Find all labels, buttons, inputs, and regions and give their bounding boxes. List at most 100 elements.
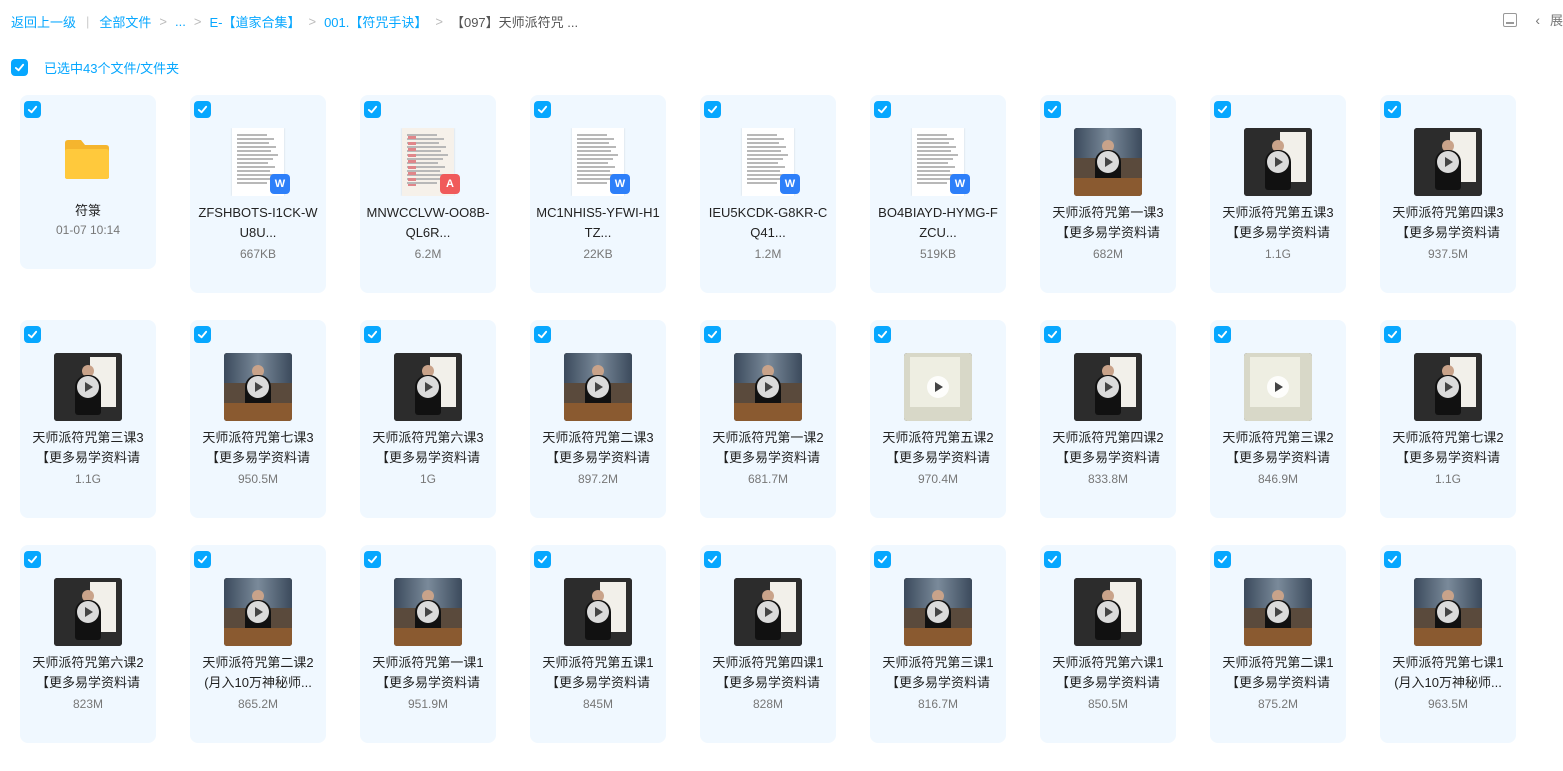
item-checkbox[interactable] (874, 326, 891, 343)
file-item[interactable]: 天师派符咒第四课2【更多易学资料请 833.8M (1040, 320, 1176, 518)
file-item[interactable]: 天师派符咒第五课1【更多易学资料请 845M (530, 545, 666, 743)
file-item[interactable]: 天师派符咒第五课2【更多易学资料请 970.4M (870, 320, 1006, 518)
doc-text-line (237, 178, 272, 180)
folder-item[interactable]: 符箓 01-07 10:14 (20, 95, 156, 269)
file-item[interactable]: 天师派符咒第三课1【更多易学资料请 816.7M (870, 545, 1006, 743)
breadcrumb-item-daojia[interactable]: E-【道家合集】 (209, 12, 300, 31)
video-thumbnail (394, 578, 462, 646)
breadcrumb-separator: > (159, 14, 168, 29)
video-thumbnail (564, 578, 632, 646)
item-checkbox[interactable] (1214, 551, 1231, 568)
item-checkbox[interactable] (194, 101, 211, 118)
file-item[interactable]: 天师派符咒第二课3【更多易学资料请 897.2M (530, 320, 666, 518)
item-checkbox[interactable] (534, 101, 551, 118)
item-checkbox[interactable] (1044, 326, 1061, 343)
item-checkbox[interactable] (874, 551, 891, 568)
item-checkbox[interactable] (364, 326, 381, 343)
play-icon (417, 601, 439, 623)
item-checkbox[interactable] (1214, 101, 1231, 118)
file-item[interactable]: 天师派符咒第二课2(月入10万神秘师... 865.2M (190, 545, 326, 743)
item-checkbox[interactable] (24, 326, 41, 343)
file-item[interactable]: 天师派符咒第三课3【更多易学资料请 1.1G (20, 320, 156, 518)
file-item[interactable]: W BO4BIAYD-HYMG-FZCU... 519KB (870, 95, 1006, 293)
file-item[interactable]: 天师派符咒第一课2【更多易学资料请 681.7M (700, 320, 836, 518)
file-item[interactable]: W MC1NHIS5-YFWI-H1TZ... 22KB (530, 95, 666, 293)
video-thumbnail (54, 353, 122, 421)
item-checkbox[interactable] (1214, 326, 1231, 343)
file-item[interactable]: 天师派符咒第四课1【更多易学资料请 828M (700, 545, 836, 743)
item-checkbox[interactable] (704, 551, 721, 568)
item-checkbox[interactable] (194, 551, 211, 568)
check-icon (367, 330, 378, 339)
check-icon (1387, 330, 1398, 339)
item-checkbox[interactable] (1384, 101, 1401, 118)
back-link[interactable]: 返回上一级 (11, 12, 76, 31)
doc-text-line (917, 142, 949, 144)
item-checkbox[interactable] (24, 551, 41, 568)
file-item[interactable]: 天师派符咒第四课3【更多易学资料请 937.5M (1380, 95, 1516, 293)
doc-text-line (237, 146, 276, 148)
item-checkbox[interactable] (1384, 551, 1401, 568)
doc-text-line (747, 170, 780, 172)
file-size: 828M (752, 697, 784, 711)
item-checkbox[interactable] (704, 326, 721, 343)
file-item[interactable]: 天师派符咒第三课2【更多易学资料请 846.9M (1210, 320, 1346, 518)
item-checkbox[interactable] (364, 101, 381, 118)
check-icon (1217, 330, 1228, 339)
file-item[interactable]: 天师派符咒第七课1(月入10万神秘师... 963.5M (1380, 545, 1516, 743)
file-size: 937.5M (1427, 247, 1469, 261)
file-item[interactable]: W IEU5KCDK-G8KR-CQ41... 1.2M (700, 95, 836, 293)
file-name: 天师派符咒第五课1【更多易学资料请 (542, 655, 654, 690)
play-icon (757, 376, 779, 398)
play-icon (247, 601, 269, 623)
file-name: 天师派符咒第六课3【更多易学资料请 (372, 430, 484, 465)
file-item[interactable]: W ZFSHBOTS-I1CK-WU8U... 667KB (190, 95, 326, 293)
file-item[interactable]: 天师派符咒第七课2【更多易学资料请 1.1G (1380, 320, 1516, 518)
file-item[interactable]: 天师派符咒第六课3【更多易学资料请 1G (360, 320, 496, 518)
video-table (1414, 628, 1482, 646)
file-item[interactable]: 天师派符咒第六课1【更多易学资料请 850.5M (1040, 545, 1176, 743)
item-checkbox[interactable] (24, 101, 41, 118)
file-size: 22KB (583, 247, 613, 261)
file-name: 天师派符咒第七课3【更多易学资料请 (202, 430, 314, 465)
file-item[interactable]: 天师派符咒第六课2【更多易学资料请 823M (20, 545, 156, 743)
select-all-checkbox[interactable] (11, 59, 28, 76)
check-icon (367, 555, 378, 564)
file-item[interactable]: 天师派符咒第五课3【更多易学资料请 1.1G (1210, 95, 1346, 293)
word-icon: W (610, 174, 630, 194)
view-toggle-icon[interactable] (1503, 12, 1518, 27)
breadcrumb-item-ellipsis[interactable]: ... (175, 14, 186, 29)
file-size: 963.5M (1427, 697, 1469, 711)
file-item[interactable]: A MNWCCLVW-OO8B-QL6R... 6.2M (360, 95, 496, 293)
file-name: 天师派符咒第三课3【更多易学资料请 (32, 430, 144, 465)
file-name: 天师派符咒第五课2【更多易学资料请 (882, 430, 994, 465)
video-table (734, 403, 802, 421)
item-checkbox[interactable] (1044, 101, 1061, 118)
doc-text-line (237, 154, 278, 156)
file-name: 天师派符咒第一课2【更多易学资料请 (712, 430, 824, 465)
video-table (224, 628, 292, 646)
item-checkbox[interactable] (704, 101, 721, 118)
item-checkbox[interactable] (1044, 551, 1061, 568)
play-icon (1437, 151, 1459, 173)
file-item[interactable]: 天师派符咒第二课1【更多易学资料请 875.2M (1210, 545, 1346, 743)
item-checkbox[interactable] (534, 551, 551, 568)
check-icon (27, 105, 38, 114)
item-checkbox[interactable] (364, 551, 381, 568)
file-item[interactable]: 天师派符咒第一课1【更多易学资料请 951.9M (360, 545, 496, 743)
item-checkbox[interactable] (534, 326, 551, 343)
file-item[interactable]: 天师派符咒第一课3【更多易学资料请 682M (1040, 95, 1176, 293)
file-size: 951.9M (407, 697, 449, 711)
breadcrumb-item-fuzhou[interactable]: 001.【符咒手诀】 (324, 12, 427, 31)
file-item[interactable]: 天师派符咒第七课3【更多易学资料请 950.5M (190, 320, 326, 518)
expand-panel-button[interactable]: ‹ 展 (1535, 10, 1563, 29)
doc-text-line (917, 146, 956, 148)
breadcrumb-item-all-files[interactable]: 全部文件 (99, 12, 151, 31)
item-checkbox[interactable] (194, 326, 211, 343)
item-checkbox[interactable] (1384, 326, 1401, 343)
video-table (1244, 628, 1312, 646)
file-name: 天师派符咒第七课1(月入10万神秘师... (1392, 655, 1504, 690)
item-checkbox[interactable] (874, 101, 891, 118)
video-table (394, 628, 462, 646)
doc-text-line (237, 134, 267, 136)
